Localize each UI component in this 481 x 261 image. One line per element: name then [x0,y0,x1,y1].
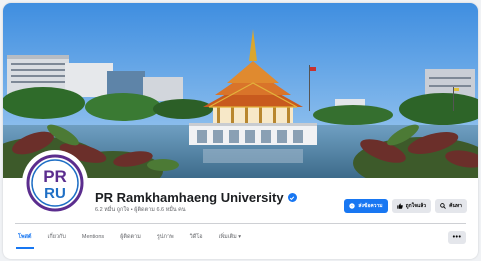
tab-videos[interactable]: วิดีโอ [190,225,203,249]
search-button[interactable]: ค้นหา [435,199,467,213]
page-avatar[interactable]: PR RU [22,150,88,216]
messenger-icon [349,203,356,209]
like-button-label: ถูกใจแล้ว [405,203,427,209]
like-button[interactable]: ถูกใจแล้ว [391,199,432,213]
page-tabs: โพสต์ เกี่ยวกับ Mentions ผู้ติดตาม รูปภา… [16,225,257,249]
pr-ru-logo: PR RU [25,153,85,213]
tab-followers[interactable]: ผู้ติดตาม [120,225,141,249]
page-stats: 6.2 หมื่น ถูกใจ • ผู้ติดตาม 6.6 หมื่น คน [95,207,186,213]
cover-photo-image [3,3,478,178]
tab-photos[interactable]: รูปภาพ [157,225,174,249]
search-button-label: ค้นหา [449,203,462,209]
verified-badge-icon [287,193,297,202]
more-options-button[interactable]: ••• [448,231,466,244]
thumbs-up-icon [396,203,403,209]
cover-photo[interactable] [3,3,478,178]
action-buttons: ส่งข้อความ ถูกใจแล้ว ค้นหา [344,199,467,213]
search-icon [440,203,446,209]
page-title: PR Ramkhamhaeng University [95,190,297,205]
tab-about[interactable]: เกี่ยวกับ [48,225,66,249]
logo-image: PR RU [25,153,85,213]
page-name: PR Ramkhamhaeng University [95,190,284,205]
message-button-label: ส่งข้อความ [358,203,383,209]
tab-mentions[interactable]: Mentions [82,225,104,249]
message-button[interactable]: ส่งข้อความ [344,199,388,213]
tab-more[interactable]: เพิ่มเติม ▾ [219,225,242,249]
more-dots-icon: ••• [452,234,462,241]
tab-posts[interactable]: โพสต์ [16,225,33,249]
page-header-card: PR RU PR Ramkhamhaeng University 6.2 หมื… [3,3,478,259]
logo-text-bottom: RU [44,185,66,202]
tabs-divider [15,223,466,224]
logo-text-top: PR [43,167,67,186]
